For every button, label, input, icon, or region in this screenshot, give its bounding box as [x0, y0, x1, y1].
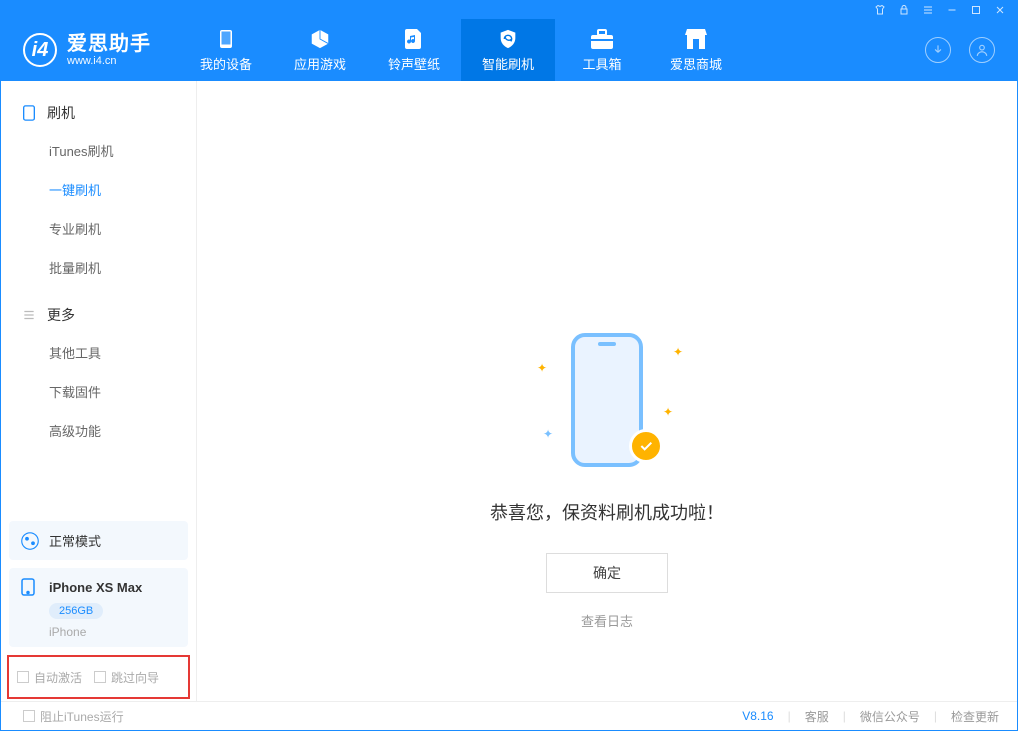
checkbox-label: 自动激活	[34, 669, 82, 686]
device-icon	[21, 105, 37, 121]
footer-link-update[interactable]: 检查更新	[951, 708, 999, 725]
music-file-icon	[405, 28, 423, 50]
result-panel: ✦ ✦ ✦ ✦ 恭喜您，保资料刷机成功啦！ 确定 查看日志	[407, 325, 807, 630]
nav-right	[925, 37, 1017, 63]
body: 刷机 iTunes刷机 一键刷机 专业刷机 批量刷机 更多 其他工具 下载固件 …	[1, 81, 1017, 701]
phone-icon	[219, 28, 233, 50]
user-icon[interactable]	[969, 37, 995, 63]
checkbox-label: 阻止iTunes运行	[40, 708, 124, 725]
view-log-link[interactable]: 查看日志	[407, 611, 807, 630]
titlebar	[1, 1, 1017, 19]
phone-outline-icon	[21, 578, 39, 596]
tab-label: 应用游戏	[294, 54, 346, 73]
tab-apps-games[interactable]: 应用游戏	[273, 19, 367, 81]
side-group-more: 更多 其他工具 下载固件 高级功能	[1, 297, 196, 450]
footer-link-wechat[interactable]: 微信公众号	[860, 708, 920, 725]
device-storage: 256GB	[49, 603, 103, 619]
sparkle-icon: ✦	[663, 405, 673, 419]
tab-toolbox[interactable]: 工具箱	[555, 19, 649, 81]
app-url: www.i4.cn	[67, 55, 151, 67]
sync-icon	[21, 532, 39, 550]
ok-button[interactable]: 确定	[546, 553, 668, 593]
close-icon[interactable]	[993, 3, 1007, 17]
options-highlight-box: 自动激活 跳过向导	[7, 655, 190, 699]
app-name: 爱思助手	[67, 34, 151, 55]
side-head-more: 更多	[1, 297, 196, 333]
tab-label: 工具箱	[582, 54, 621, 73]
lock-icon[interactable]	[897, 3, 911, 17]
checkbox-label: 跳过向导	[111, 669, 159, 686]
shirt-icon[interactable]	[873, 3, 887, 17]
success-illustration: ✦ ✦ ✦ ✦	[517, 325, 697, 475]
tab-smart-flash[interactable]: 智能刷机	[461, 19, 555, 81]
toolbox-icon	[591, 28, 613, 50]
cube-icon	[309, 28, 331, 50]
checkbox-block-itunes[interactable]: 阻止iTunes运行	[23, 708, 124, 725]
sidebar-item-download-firmware[interactable]: 下载固件	[1, 372, 196, 411]
main-panel: ✦ ✦ ✦ ✦ 恭喜您，保资料刷机成功啦！ 确定 查看日志	[197, 81, 1017, 701]
version-label: V8.16	[742, 709, 773, 723]
download-icon[interactable]	[925, 37, 951, 63]
sidebar: 刷机 iTunes刷机 一键刷机 专业刷机 批量刷机 更多 其他工具 下载固件 …	[1, 81, 197, 701]
device-name: iPhone XS Max	[49, 580, 142, 595]
sidebar-item-itunes-flash[interactable]: iTunes刷机	[1, 131, 196, 170]
list-icon	[21, 307, 37, 323]
tab-label: 爱思商城	[670, 54, 722, 73]
checkbox-icon	[23, 710, 35, 722]
device-type: iPhone	[49, 625, 176, 639]
status-card[interactable]: 正常模式	[9, 521, 188, 560]
minimize-icon[interactable]	[945, 3, 959, 17]
sidebar-bottom: 正常模式 iPhone XS Max 256GB iPhone 自动激活 跳过向…	[1, 513, 196, 701]
sparkle-icon: ✦	[673, 345, 683, 359]
checkbox-icon	[17, 671, 29, 683]
tab-ringtones-wallpapers[interactable]: 铃声壁纸	[367, 19, 461, 81]
sparkle-icon: ✦	[543, 427, 553, 441]
sidebar-item-advanced[interactable]: 高级功能	[1, 411, 196, 450]
checkbox-icon	[94, 671, 106, 683]
side-head-label: 更多	[47, 305, 75, 325]
menu-icon[interactable]	[921, 3, 935, 17]
sidebar-item-pro-flash[interactable]: 专业刷机	[1, 209, 196, 248]
tab-label: 铃声壁纸	[388, 54, 440, 73]
app-logo: i4 爱思助手 www.i4.cn	[1, 33, 179, 67]
tab-label: 智能刷机	[482, 54, 534, 73]
footer: 阻止iTunes运行 V8.16 | 客服 | 微信公众号 | 检查更新	[1, 701, 1017, 730]
status-mode: 正常模式	[49, 531, 101, 550]
sidebar-item-oneclick-flash[interactable]: 一键刷机	[1, 170, 196, 209]
refresh-shield-icon	[497, 28, 519, 50]
device-card[interactable]: iPhone XS Max 256GB iPhone	[9, 568, 188, 647]
check-badge-icon	[629, 429, 663, 463]
side-group-flash: 刷机 iTunes刷机 一键刷机 专业刷机 批量刷机	[1, 95, 196, 287]
nav-tabs: 我的设备 应用游戏 铃声壁纸 智能刷机 工具箱 爱思商城	[179, 19, 743, 81]
checkbox-skip-guide[interactable]: 跳过向导	[94, 669, 159, 686]
footer-link-support[interactable]: 客服	[805, 708, 829, 725]
side-head-flash: 刷机	[1, 95, 196, 131]
result-message: 恭喜您，保资料刷机成功啦！	[407, 499, 807, 525]
sidebar-item-other-tools[interactable]: 其他工具	[1, 333, 196, 372]
store-icon	[685, 28, 707, 50]
tab-store[interactable]: 爱思商城	[649, 19, 743, 81]
sparkle-icon: ✦	[537, 361, 547, 375]
tab-label: 我的设备	[200, 54, 252, 73]
maximize-icon[interactable]	[969, 3, 983, 17]
nav-bar: i4 爱思助手 www.i4.cn 我的设备 应用游戏 铃声壁纸 智能刷机 工具…	[1, 19, 1017, 81]
checkbox-auto-activate[interactable]: 自动激活	[17, 669, 82, 686]
logo-mark-icon: i4	[23, 33, 57, 67]
sidebar-item-batch-flash[interactable]: 批量刷机	[1, 248, 196, 287]
side-head-label: 刷机	[47, 103, 75, 123]
tab-my-device[interactable]: 我的设备	[179, 19, 273, 81]
